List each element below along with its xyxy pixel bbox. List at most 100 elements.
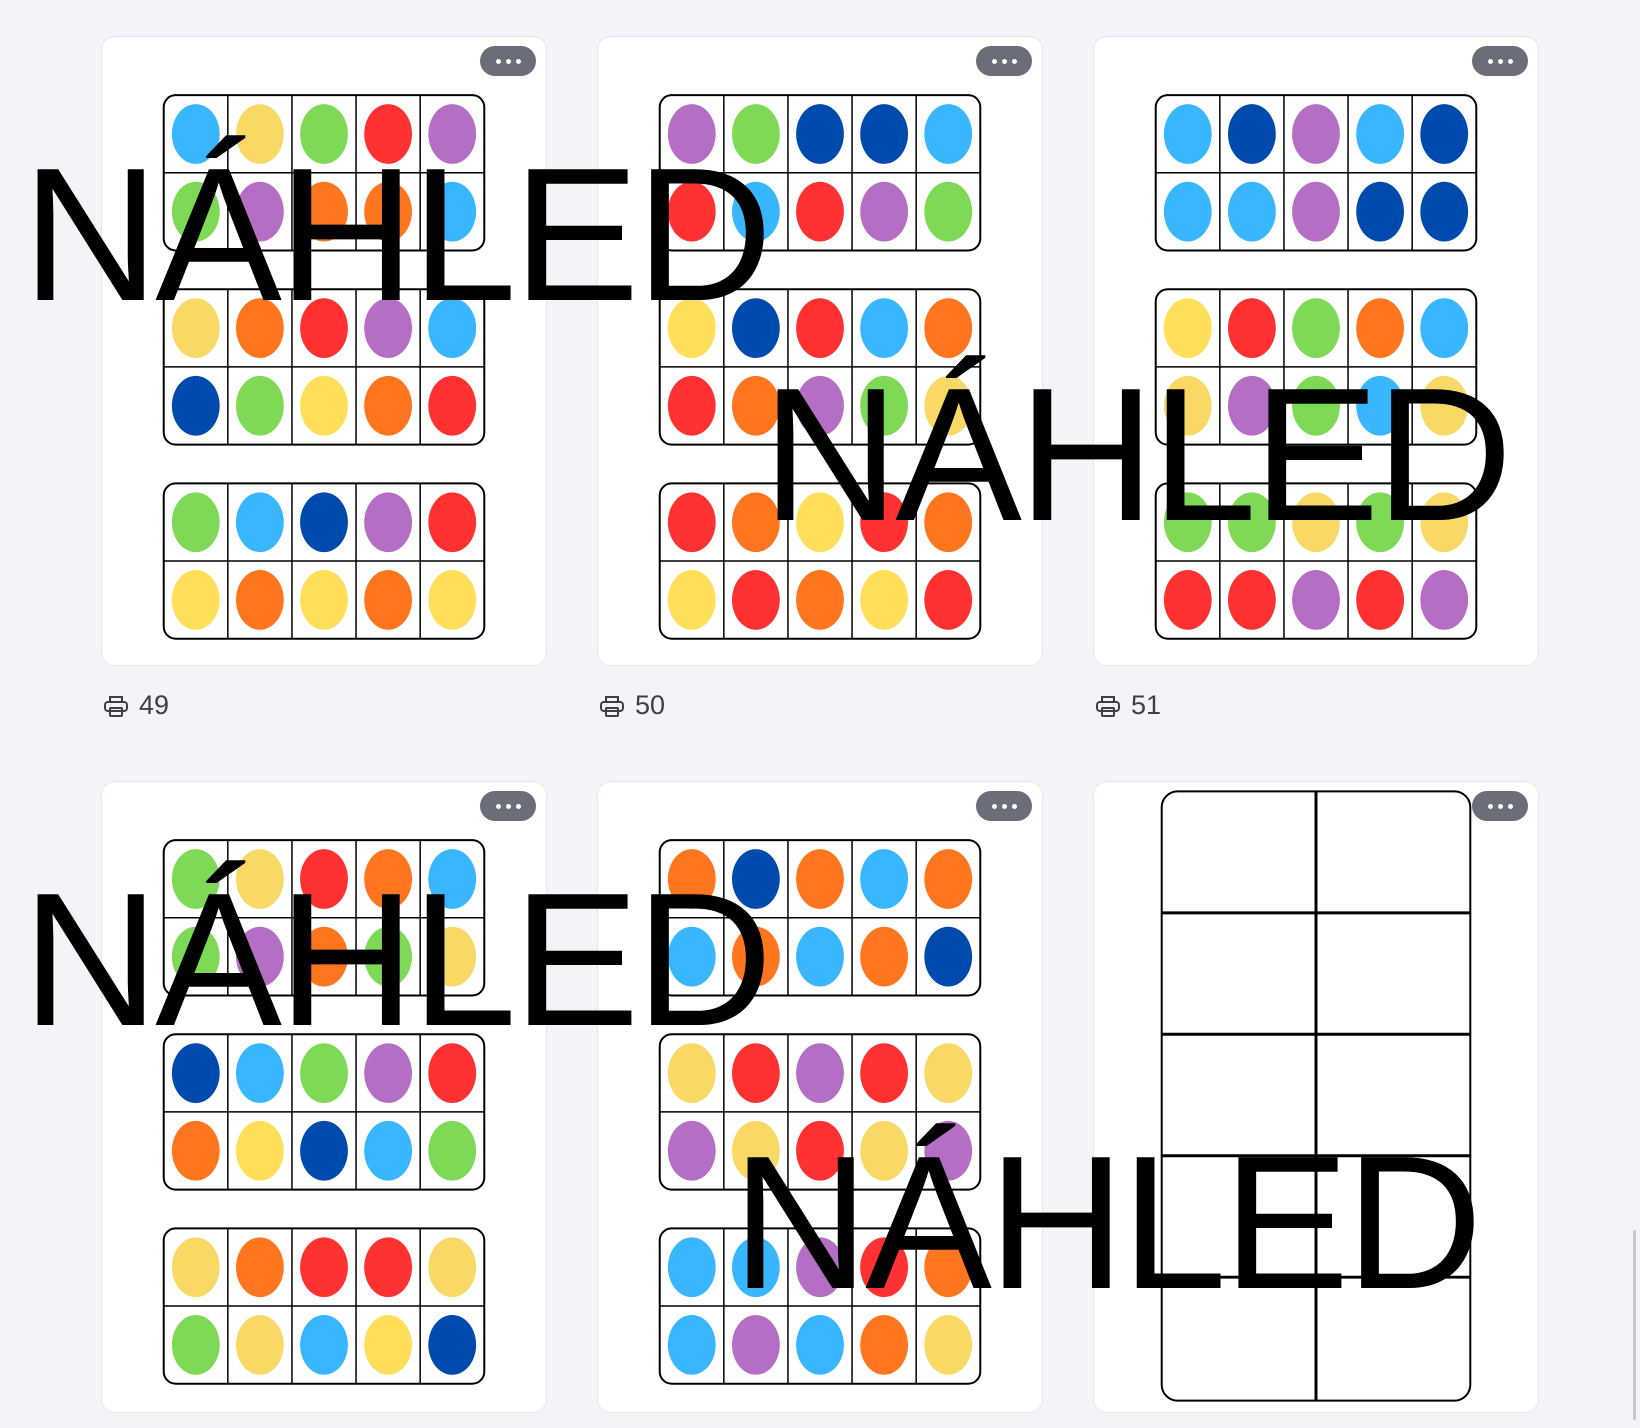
counter-dot (300, 926, 348, 987)
counter-dot (924, 104, 973, 164)
ten-frame (658, 482, 982, 640)
more-options-button[interactable] (976, 791, 1032, 821)
counter-dot (1163, 570, 1212, 630)
worksheet-card-52[interactable] (101, 781, 547, 1413)
more-options-button[interactable] (976, 46, 1032, 76)
worksheet-preview-54 (1160, 790, 1472, 1402)
counter-dot (1356, 375, 1405, 436)
counter-dot (667, 181, 716, 242)
counter-dot (428, 298, 477, 358)
more-horizontal-icon (495, 58, 521, 64)
counter-dot (364, 375, 413, 436)
counter-dot (924, 570, 973, 630)
worksheet-preview-51 (1154, 94, 1478, 640)
worksheet-card-50[interactable] (597, 36, 1043, 666)
counter-dot (428, 104, 477, 164)
counter-dot (796, 570, 844, 630)
counter-dot (667, 570, 716, 630)
counter-dot (860, 926, 909, 987)
scrollbar-thumb[interactable] (1633, 1230, 1636, 1420)
counter-dot (364, 570, 413, 630)
counter-dot (1356, 492, 1405, 553)
counter-dot (924, 926, 973, 987)
counter-dot (860, 181, 909, 242)
counter-dot (860, 570, 909, 630)
counter-dot (235, 104, 284, 164)
counter-dot (667, 1315, 716, 1375)
counter-dot (924, 849, 973, 909)
worksheet-preview-49 (162, 94, 486, 640)
worksheet-card-53[interactable] (597, 781, 1043, 1413)
counter-dot (428, 1120, 477, 1181)
ten-frame (658, 94, 982, 252)
ten-frame (162, 839, 486, 997)
ten-frame (1154, 94, 1478, 252)
more-options-button[interactable] (1472, 791, 1528, 821)
worksheet-card-49[interactable] (101, 36, 547, 666)
counter-dot (428, 1315, 477, 1375)
counter-dot (300, 181, 348, 242)
print-count-50: 50 (599, 690, 665, 721)
counter-dot (428, 570, 477, 630)
counter-dot (428, 849, 477, 909)
counter-dot (1227, 375, 1276, 436)
worksheet-card-51[interactable] (1093, 36, 1539, 666)
counter-dot (1227, 298, 1276, 358)
counter-dot (1163, 298, 1212, 358)
ten-frame (658, 1033, 982, 1191)
counter-dot (364, 849, 413, 909)
counter-dot (235, 849, 284, 909)
counter-dot (1227, 181, 1276, 242)
counter-dot (731, 1237, 780, 1298)
counter-dot (796, 181, 844, 242)
counter-dot (731, 1315, 780, 1375)
counter-dot (235, 926, 284, 987)
more-options-button[interactable] (480, 46, 536, 76)
counter-dot (796, 1120, 844, 1181)
counter-dot (731, 926, 780, 987)
worksheet-card-54[interactable] (1093, 781, 1539, 1413)
counter-dot (667, 375, 716, 436)
worksheet-preview-53 (658, 839, 982, 1385)
counter-dot (300, 1315, 348, 1375)
counter-dot (731, 492, 780, 553)
more-horizontal-icon (991, 58, 1017, 64)
counter-dot (171, 375, 220, 436)
counter-dot (924, 492, 973, 553)
counter-dot (364, 492, 413, 553)
more-options-button[interactable] (1472, 46, 1528, 76)
counter-dot (796, 298, 844, 358)
counter-dot (796, 1315, 844, 1375)
worksheet-preview-50 (658, 94, 982, 640)
more-horizontal-icon (991, 803, 1017, 809)
counter-dot (428, 492, 477, 553)
print-count-51: 51 (1095, 690, 1161, 721)
counter-dot (171, 926, 220, 987)
counter-dot (428, 181, 477, 242)
more-options-button[interactable] (480, 791, 536, 821)
counter-dot (1292, 181, 1340, 242)
counter-dot (924, 1043, 973, 1103)
counter-dot (235, 1237, 284, 1298)
worksheet-preview-52 (162, 839, 486, 1385)
more-horizontal-icon (1487, 58, 1513, 64)
ten-frame (658, 839, 982, 997)
ten-frame (162, 94, 486, 252)
counter-dot (667, 1120, 716, 1181)
counter-dot (1227, 492, 1276, 553)
ten-frame (162, 1227, 486, 1385)
counter-dot (235, 181, 284, 242)
counter-dot (731, 298, 780, 358)
counter-dot (667, 492, 716, 553)
counter-dot (171, 104, 220, 164)
counter-dot (1227, 570, 1276, 630)
counter-dot (428, 926, 477, 987)
counter-dot (860, 298, 909, 358)
print-count-49: 49 (103, 690, 169, 721)
counter-dot (860, 492, 909, 553)
ten-frame (658, 288, 982, 446)
counter-dot (796, 492, 844, 553)
counter-dot (731, 1120, 780, 1181)
counter-dot (171, 1120, 220, 1181)
counter-dot (428, 1043, 477, 1103)
